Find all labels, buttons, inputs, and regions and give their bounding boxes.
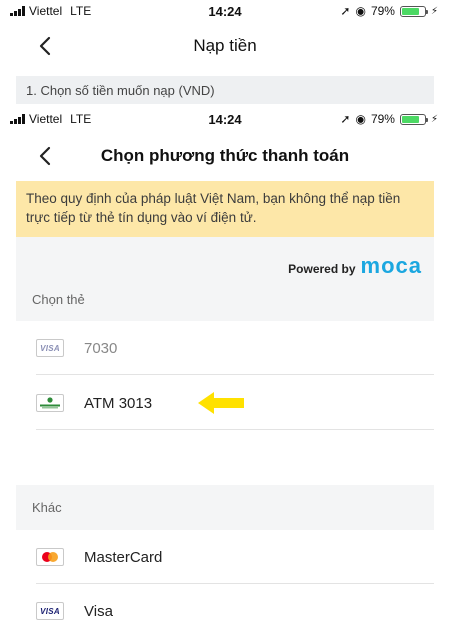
back-button[interactable] — [32, 32, 58, 60]
powered-by-label: Powered by — [288, 262, 356, 276]
battery-percent: 79% — [370, 4, 395, 18]
card-item-label: 7030 — [84, 339, 118, 357]
vietcombank-icon — [36, 394, 64, 412]
other-header-block — [16, 485, 434, 530]
mastercard-icon — [36, 548, 64, 566]
highlight-arrow-icon — [198, 392, 244, 414]
divider — [36, 429, 434, 430]
legal-notice-text: Theo quy định của pháp luật Việt Nam, bạ… — [26, 191, 401, 225]
payment-item-label: Visa — [84, 602, 113, 620]
location-icon: ➚ — [340, 4, 351, 18]
moca-logo: moca — [360, 253, 422, 278]
legal-notice: Theo quy định của pháp luật Việt Nam, bạ… — [16, 181, 434, 237]
charging-icon: ⚡ — [430, 113, 438, 125]
alarm-icon: ◉ — [355, 112, 366, 126]
amount-section-label: 1. Chọn số tiền muốn nạp (VND) — [26, 82, 215, 98]
battery-percent: 79% — [370, 112, 395, 126]
status-bar: Viettel LTE 14:24 ➚ ◉ 79% ⚡ — [0, 0, 450, 22]
cards-group-label: Chọn thẻ — [32, 292, 85, 307]
card-item-visa-7030[interactable]: VISA 7030 — [16, 321, 434, 375]
payment-item-label: MasterCard — [84, 548, 163, 566]
nav-bar: Nạp tiền — [0, 24, 450, 68]
other-group-label: Khác — [32, 500, 62, 515]
amount-section-header: 1. Chọn số tiền muốn nạp (VND) — [16, 76, 434, 104]
chevron-left-icon — [39, 36, 51, 56]
chevron-left-icon — [39, 146, 51, 166]
powered-by: Powered by moca — [288, 253, 422, 279]
page-title: Nạp tiền — [193, 36, 257, 55]
alarm-icon: ◉ — [355, 4, 366, 18]
divider — [36, 374, 434, 375]
visa-icon: VISA — [36, 602, 64, 620]
status-bar: Viettel LTE 14:24 ➚ ◉ 79% ⚡ — [0, 108, 450, 130]
cards-header-block — [16, 237, 434, 321]
payment-item-visa[interactable]: VISA Visa — [16, 584, 434, 637]
location-icon: ➚ — [340, 112, 351, 126]
charging-icon: ⚡ — [430, 5, 438, 17]
visa-icon: VISA — [36, 339, 64, 357]
battery-icon — [399, 113, 428, 125]
card-item-label: ATM 3013 — [84, 394, 153, 412]
nav-bar: Chọn phương thức thanh toán — [0, 134, 450, 178]
back-button[interactable] — [32, 142, 58, 170]
battery-icon — [399, 5, 428, 17]
payment-item-mastercard[interactable]: MasterCard — [16, 530, 434, 584]
page-title: Chọn phương thức thanh toán — [100, 146, 350, 165]
